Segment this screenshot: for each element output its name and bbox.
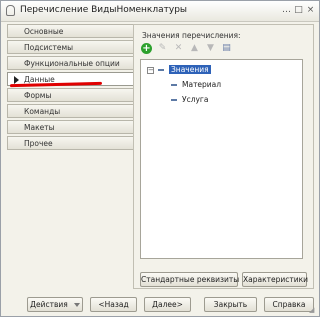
maximize-icon[interactable]: □ bbox=[293, 5, 304, 16]
node-icon bbox=[171, 99, 177, 101]
current-tab-arrow-icon bbox=[14, 76, 19, 84]
values-tree[interactable]: − Значения Материал Услуга bbox=[140, 59, 303, 259]
standard-attributes-button[interactable]: Стандартные реквизиты bbox=[140, 272, 239, 287]
tab-commands[interactable]: Команды bbox=[7, 104, 133, 118]
characteristics-button[interactable]: Характеристики bbox=[242, 272, 308, 287]
tab-label: Команды bbox=[24, 107, 61, 116]
edit-pencil-icon[interactable]: ✎ bbox=[157, 43, 168, 54]
node-icon bbox=[158, 69, 164, 71]
menu-dots-icon[interactable]: … bbox=[281, 5, 292, 16]
tab-label: Основные bbox=[24, 27, 64, 36]
tab-other[interactable]: Прочее bbox=[7, 136, 133, 150]
collapse-icon[interactable]: − bbox=[147, 67, 154, 74]
data-panel: Значения перечисления: + ✎ ✕ ▲ ▼ ▤ − Зна… bbox=[133, 24, 314, 289]
tree-item[interactable]: Материал bbox=[171, 80, 221, 89]
next-button[interactable]: Далее> bbox=[144, 297, 191, 312]
app-icon bbox=[6, 5, 15, 16]
move-up-icon[interactable]: ▲ bbox=[189, 43, 200, 54]
add-icon[interactable]: + bbox=[141, 43, 152, 54]
tab-list: Основные Подсистемы Функциональные опции… bbox=[7, 24, 133, 152]
help-button[interactable]: Справка bbox=[264, 297, 314, 312]
actions-label: Действия bbox=[30, 300, 68, 309]
move-down-icon[interactable]: ▼ bbox=[205, 43, 216, 54]
tab-forms[interactable]: Формы bbox=[7, 88, 133, 102]
tree-item[interactable]: Услуга bbox=[171, 95, 208, 104]
chevron-down-icon bbox=[73, 303, 80, 307]
properties-icon[interactable]: ▤ bbox=[221, 43, 232, 54]
tab-subsystems[interactable]: Подсистемы bbox=[7, 40, 133, 54]
close-icon[interactable]: × bbox=[305, 5, 316, 16]
node-icon bbox=[171, 84, 177, 86]
window-title: Перечисление ВидыНоменклатуры bbox=[20, 5, 188, 15]
tree-root[interactable]: Значения bbox=[158, 65, 211, 74]
close-button[interactable]: Закрыть bbox=[204, 297, 257, 312]
tab-label: Прочее bbox=[24, 139, 53, 148]
tab-functional-options[interactable]: Функциональные опции bbox=[7, 56, 133, 70]
tab-label: Подсистемы bbox=[24, 43, 74, 52]
enum-editor-window: Перечисление ВидыНоменклатуры … □ × Осно… bbox=[0, 0, 320, 317]
tab-main[interactable]: Основные bbox=[7, 24, 133, 38]
actions-button[interactable]: Действия bbox=[27, 297, 83, 312]
delete-icon[interactable]: ✕ bbox=[173, 43, 184, 54]
tree-root-label: Значения bbox=[169, 65, 211, 74]
tab-templates[interactable]: Макеты bbox=[7, 120, 133, 134]
tab-label: Функциональные опции bbox=[24, 59, 120, 68]
tab-label: Макеты bbox=[24, 123, 55, 132]
tab-label: Формы bbox=[24, 91, 52, 100]
tree-item-label: Материал bbox=[182, 80, 222, 89]
back-button[interactable]: <Назад bbox=[90, 297, 137, 312]
resize-grip-icon[interactable]: ◢ bbox=[309, 306, 317, 314]
enum-values-label: Значения перечисления: bbox=[142, 31, 241, 40]
tree-item-label: Услуга bbox=[182, 95, 209, 104]
title-bar: Перечисление ВидыНоменклатуры … □ × bbox=[1, 1, 319, 22]
